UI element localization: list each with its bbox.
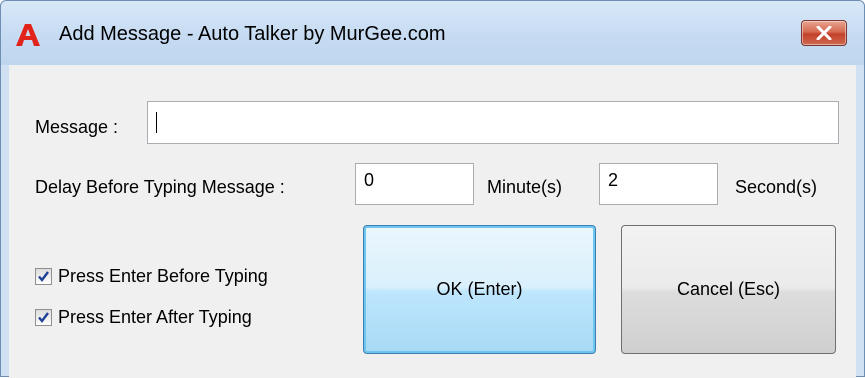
- message-label: Message :: [35, 117, 119, 137]
- checkbox-label: Press Enter Before Typing: [58, 266, 268, 286]
- text-caret: [156, 112, 157, 133]
- window-title: Add Message - Auto Talker by MurGee.com: [59, 23, 446, 45]
- cancel-button[interactable]: Cancel (Esc): [621, 225, 836, 354]
- ok-button[interactable]: OK (Enter): [363, 225, 596, 354]
- minutes-input[interactable]: 0: [355, 163, 474, 205]
- seconds-input[interactable]: 2: [599, 163, 718, 205]
- checkmark-icon: [38, 312, 49, 323]
- checkbox-box[interactable]: [35, 309, 52, 326]
- title-bar[interactable]: Add Message - Auto Talker by MurGee.com: [1, 1, 864, 65]
- dialog-body: Message : Delay Before Typing Message : …: [9, 65, 856, 378]
- checkbox-label: Press Enter After Typing: [58, 307, 252, 327]
- minutes-value: 0: [364, 170, 375, 190]
- press-enter-after-checkbox[interactable]: Press Enter After Typing: [35, 307, 252, 328]
- seconds-value: 2: [608, 170, 619, 190]
- dialog-window: Add Message - Auto Talker by MurGee.com …: [0, 0, 865, 378]
- delay-label: Delay Before Typing Message :: [35, 177, 285, 197]
- app-logo-icon: [16, 24, 40, 46]
- minutes-label: Minute(s): [487, 177, 563, 197]
- checkbox-box[interactable]: [35, 268, 52, 285]
- press-enter-before-checkbox[interactable]: Press Enter Before Typing: [35, 266, 268, 287]
- close-icon: [816, 26, 832, 40]
- close-button[interactable]: [801, 20, 847, 46]
- seconds-label: Second(s): [735, 177, 818, 197]
- checkmark-icon: [38, 271, 49, 282]
- message-input[interactable]: [147, 101, 839, 144]
